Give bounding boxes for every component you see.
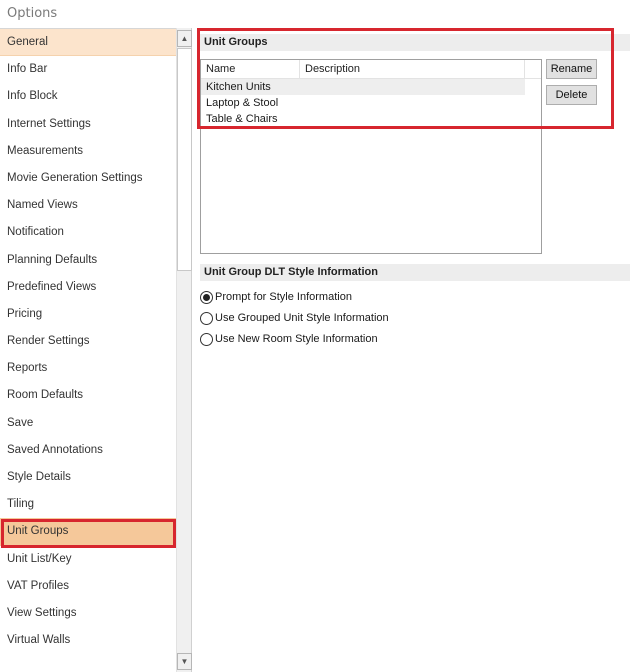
scroll-up-arrow-icon[interactable]: ▲: [177, 30, 192, 47]
list-item[interactable]: Kitchen Units: [201, 79, 525, 95]
radio-unchecked-icon[interactable]: [200, 311, 213, 325]
unit-groups-header: Unit Groups: [200, 34, 630, 51]
column-header-name[interactable]: Name: [201, 60, 300, 79]
sidebar-item-notification[interactable]: Notification: [0, 219, 176, 246]
radio-new-room-style[interactable]: Use New Room Style Information: [200, 330, 378, 348]
radio-prompt-style[interactable]: Prompt for Style Information: [200, 288, 352, 306]
sidebar-item-reports[interactable]: Reports: [0, 355, 176, 382]
column-header-description[interactable]: Description: [300, 60, 525, 79]
sidebar-item-room-defaults[interactable]: Room Defaults: [0, 382, 176, 409]
list-item[interactable]: Laptop & Stool: [201, 95, 525, 111]
options-window: Options General Info Bar Info Block Inte…: [0, 0, 630, 672]
sidebar-item-predefined-views[interactable]: Predefined Views: [0, 274, 176, 301]
delete-button[interactable]: Delete: [546, 85, 597, 105]
sidebar-item-planning-defaults[interactable]: Planning Defaults: [0, 247, 176, 274]
rename-button[interactable]: Rename: [546, 59, 597, 79]
sidebar-item-saved-annotations[interactable]: Saved Annotations: [0, 437, 176, 464]
sidebar-item-save[interactable]: Save: [0, 410, 176, 437]
unit-groups-list[interactable]: Name Description Kitchen Units Laptop & …: [200, 59, 542, 254]
scroll-thumb[interactable]: [177, 48, 192, 271]
sidebar-item-measurements[interactable]: Measurements: [0, 138, 176, 165]
options-category-list: General Info Bar Info Block Internet Set…: [0, 28, 176, 672]
radio-unchecked-icon[interactable]: [200, 332, 213, 346]
sidebar-item-style-details[interactable]: Style Details: [0, 464, 176, 491]
sidebar-item-pricing[interactable]: Pricing: [0, 301, 176, 328]
sidebar-item-info-block[interactable]: Info Block: [0, 83, 176, 110]
sidebar-item-view-settings[interactable]: View Settings: [0, 600, 176, 627]
list-header: Name Description: [201, 60, 541, 79]
sidebar-item-vat-profiles[interactable]: VAT Profiles: [0, 573, 176, 600]
radio-grouped-unit-style[interactable]: Use Grouped Unit Style Information: [200, 309, 389, 327]
scroll-down-arrow-icon[interactable]: ▼: [177, 653, 192, 670]
radio-label: Use New Room Style Information: [215, 333, 378, 345]
sidebar-item-virtual-walls[interactable]: Virtual Walls: [0, 627, 176, 654]
sidebar-item-movie-generation-settings[interactable]: Movie Generation Settings: [0, 165, 176, 192]
sidebar-item-named-views[interactable]: Named Views: [0, 192, 176, 219]
radio-label: Use Grouped Unit Style Information: [215, 312, 389, 324]
sidebar-item-internet-settings[interactable]: Internet Settings: [0, 111, 176, 138]
window-title: Options: [7, 6, 58, 21]
sidebar-item-render-settings[interactable]: Render Settings: [0, 328, 176, 355]
list-item[interactable]: Table & Chairs: [201, 111, 525, 127]
radio-label: Prompt for Style Information: [215, 291, 352, 303]
radio-checked-icon[interactable]: [200, 290, 213, 304]
sidebar-item-general[interactable]: General: [0, 29, 176, 57]
sidebar-item-info-bar[interactable]: Info Bar: [0, 56, 176, 83]
sidebar-scrollbar[interactable]: ▲ ▼: [176, 28, 192, 672]
sidebar-item-tiling[interactable]: Tiling: [0, 491, 176, 518]
sidebar-item-unit-list-key[interactable]: Unit List/Key: [0, 546, 176, 573]
sidebar-item-unit-groups[interactable]: Unit Groups: [0, 518, 176, 546]
dlt-style-header: Unit Group DLT Style Information: [200, 264, 630, 281]
